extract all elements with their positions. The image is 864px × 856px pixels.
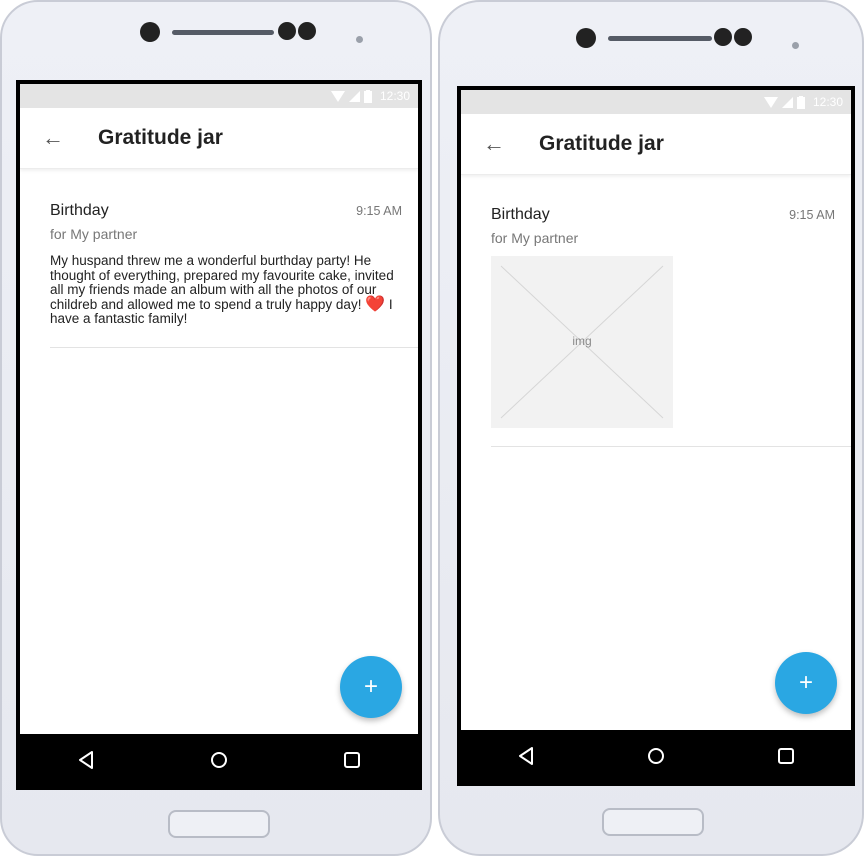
front-camera: [140, 22, 160, 42]
gratitude-entry[interactable]: Birthday 9:15 AM for My partner img: [491, 206, 851, 447]
status-bar: 12:30: [461, 90, 851, 114]
entry-title: Birthday: [50, 202, 109, 219]
back-arrow-icon[interactable]: ←: [483, 133, 507, 155]
entry-time: 9:15 AM: [789, 208, 835, 222]
nav-back-icon[interactable]: [516, 746, 536, 766]
battery-icon: [363, 89, 372, 103]
earpiece-speaker: [172, 30, 274, 35]
gratitude-entry[interactable]: Birthday 9:15 AM for My partner My huspa…: [50, 202, 418, 348]
phone-right: 12:30 ← Gratitude jar Birthday 9:15 AM f…: [438, 0, 864, 856]
navigation-bar: [461, 730, 851, 782]
status-time: 12:30: [379, 89, 410, 103]
page-title: Gratitude jar: [539, 132, 664, 155]
nav-home-icon[interactable]: [646, 746, 666, 766]
sensor: [734, 28, 752, 46]
entry-body-text: My huspand threw me a wonderful burthday…: [50, 253, 394, 312]
heart-icon: ❤️: [365, 295, 386, 313]
phone-left: 12:30 ← Gratitude jar Birthday 9:15 AM f…: [0, 0, 432, 856]
plus-icon: +: [363, 673, 378, 700]
proximity-dot: [792, 42, 799, 49]
proximity-dot: [356, 36, 363, 43]
entry-recipient: for My partner: [491, 230, 579, 246]
wifi-icon: [330, 90, 345, 102]
entry-title: Birthday: [491, 206, 550, 223]
front-camera: [576, 28, 596, 48]
signal-icon: [781, 96, 793, 108]
battery-icon: [796, 95, 805, 109]
sensor: [714, 28, 732, 46]
back-arrow-icon[interactable]: ←: [42, 127, 66, 149]
nav-back-icon[interactable]: [76, 750, 96, 770]
divider: [50, 346, 418, 348]
nav-home-icon[interactable]: [209, 750, 229, 770]
divider: [491, 446, 851, 447]
nav-recents-icon[interactable]: [776, 746, 796, 766]
plus-icon: +: [798, 669, 813, 696]
signal-icon: [348, 90, 360, 102]
add-entry-button[interactable]: +: [340, 656, 402, 718]
wifi-icon: [763, 96, 778, 108]
add-entry-button[interactable]: +: [775, 652, 837, 714]
screen: 12:30 ← Gratitude jar Birthday 9:15 AM f…: [16, 80, 422, 790]
app-bar: ← Gratitude jar: [20, 108, 418, 169]
image-placeholder[interactable]: img: [491, 256, 673, 428]
hardware-home-button[interactable]: [602, 808, 704, 836]
earpiece-speaker: [608, 36, 712, 41]
nav-recents-icon[interactable]: [342, 750, 362, 770]
status-bar: 12:30: [20, 84, 418, 108]
page-title: Gratitude jar: [98, 126, 223, 149]
entry-body: My huspand threw me a wonderful burthday…: [50, 253, 418, 327]
app-bar: ← Gratitude jar: [461, 114, 851, 175]
entry-time: 9:15 AM: [356, 204, 402, 218]
screen: 12:30 ← Gratitude jar Birthday 9:15 AM f…: [457, 86, 855, 786]
sensor: [298, 22, 316, 40]
image-label: img: [572, 334, 592, 348]
entry-recipient: for My partner: [50, 226, 138, 242]
status-time: 12:30: [812, 95, 843, 109]
navigation-bar: [20, 734, 418, 786]
hardware-home-button[interactable]: [168, 810, 270, 838]
sensor: [278, 22, 296, 40]
